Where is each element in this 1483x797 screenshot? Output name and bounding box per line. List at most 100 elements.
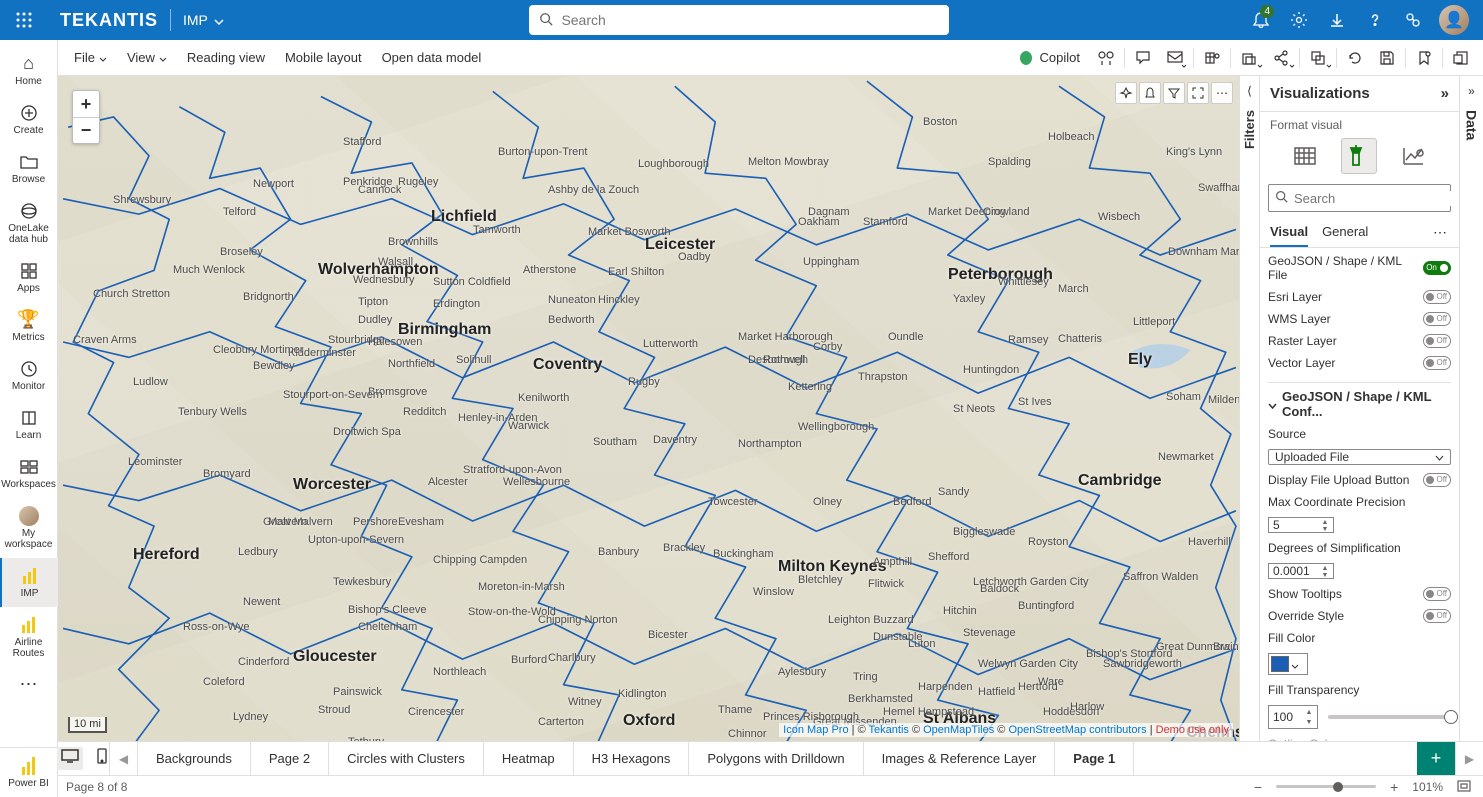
page-tab[interactable]: Page 1 <box>1055 742 1134 775</box>
rail-powerbi[interactable]: Power BI <box>0 747 57 797</box>
more-icon[interactable]: ⋯ <box>1211 82 1233 104</box>
reading-view-button[interactable]: Reading view <box>177 40 275 76</box>
expand-data-icon[interactable]: » <box>1468 80 1475 102</box>
spin-up-icon[interactable]: ▲ <box>1303 707 1315 717</box>
mobile-layout-button[interactable]: Mobile layout <box>275 40 372 76</box>
copy-icon[interactable] <box>1302 40 1334 76</box>
analytics-icon[interactable] <box>1396 138 1432 174</box>
download-icon[interactable] <box>1319 0 1355 40</box>
override-style-toggle[interactable]: Off <box>1423 609 1451 623</box>
rail-metrics[interactable]: 🏆Metrics <box>0 302 58 351</box>
attr-osm[interactable]: OpenStreetMap contributors <box>1008 724 1146 736</box>
layer-toggle[interactable]: Off <box>1423 334 1451 348</box>
user-avatar[interactable]: 👤 <box>1439 5 1469 35</box>
rail-airline-routes[interactable]: Airline Routes <box>0 607 58 667</box>
pin-icon[interactable] <box>1115 82 1137 104</box>
workspace-switcher[interactable]: IMP <box>171 12 236 28</box>
rail-learn[interactable]: Learn <box>0 400 58 449</box>
page-tab[interactable]: Heatmap <box>484 742 574 775</box>
collapse-viz-icon[interactable]: » <box>1441 85 1449 102</box>
rail-monitor[interactable]: Monitor <box>0 351 58 400</box>
map-visual[interactable]: WolverhamptonBirminghamCoventryWorcester… <box>58 76 1239 741</box>
bookmark-icon[interactable] <box>1408 40 1440 76</box>
spin-down-icon[interactable]: ▼ <box>1319 526 1331 533</box>
spin-down-icon[interactable]: ▼ <box>1319 572 1331 579</box>
mobile-view-icon[interactable] <box>93 746 111 771</box>
desktop-view-icon[interactable] <box>57 747 83 770</box>
zoom-in-button[interactable]: + <box>73 91 99 117</box>
section-geojson-config[interactable]: GeoJSON / Shape / KML Conf... <box>1268 382 1451 419</box>
search-input[interactable] <box>561 12 939 28</box>
expand-filters-icon[interactable]: ⟨ <box>1247 80 1252 102</box>
menu-view[interactable]: View <box>117 40 177 76</box>
zoom-slider[interactable] <box>1276 785 1376 788</box>
zoom-out-canvas[interactable]: − <box>1250 779 1266 795</box>
fill-trans-input[interactable]: 100▲▼ <box>1268 705 1318 729</box>
page-prev[interactable]: ◀ <box>110 742 138 775</box>
page-tab[interactable]: Circles with Clusters <box>329 742 484 775</box>
build-visual-icon[interactable] <box>1287 138 1323 174</box>
rail-browse[interactable]: Browse <box>0 144 58 193</box>
rail-onelake[interactable]: OneLake data hub <box>0 193 58 253</box>
explore-icon[interactable] <box>1090 40 1122 76</box>
rail-home[interactable]: ⌂Home <box>0 46 58 95</box>
fill-color-picker[interactable] <box>1268 653 1308 675</box>
bell-icon[interactable] <box>1139 82 1161 104</box>
layer-toggle[interactable]: On <box>1423 261 1451 275</box>
rail-more[interactable]: ⋯ <box>0 667 58 703</box>
tab-visual[interactable]: Visual <box>1270 218 1308 247</box>
rail-imp[interactable]: IMP <box>0 558 58 607</box>
spin-up-icon[interactable]: ▲ <box>1319 565 1331 572</box>
share-icon[interactable] <box>1265 40 1297 76</box>
notifications-icon[interactable]: 4 <box>1243 0 1279 40</box>
fill-trans-slider[interactable] <box>1328 715 1451 719</box>
page-tab[interactable]: H3 Hexagons <box>574 742 690 775</box>
powerpoint-icon[interactable] <box>1445 40 1477 76</box>
source-select[interactable]: Uploaded File <box>1268 449 1451 465</box>
subscribe-icon[interactable] <box>1159 40 1191 76</box>
show-tooltips-toggle[interactable]: Off <box>1423 587 1451 601</box>
feedback-icon[interactable] <box>1395 0 1431 40</box>
focus-icon[interactable] <box>1187 82 1209 104</box>
format-visual-icon[interactable] <box>1341 138 1377 174</box>
spin-down-icon[interactable]: ▼ <box>1303 717 1315 727</box>
rail-create[interactable]: Create <box>0 95 58 144</box>
max-precision-input[interactable]: 5▲▼ <box>1268 517 1334 533</box>
help-icon[interactable] <box>1357 0 1393 40</box>
tab-general[interactable]: General <box>1322 218 1368 247</box>
format-search[interactable] <box>1268 184 1451 212</box>
degrees-input[interactable]: 0.0001▲▼ <box>1268 563 1334 579</box>
teams-icon[interactable] <box>1196 40 1228 76</box>
attr-product[interactable]: Icon Map Pro <box>783 724 848 736</box>
add-page-button[interactable]: + <box>1417 742 1455 775</box>
global-search[interactable] <box>529 5 949 35</box>
page-tab[interactable]: Images & Reference Layer <box>864 742 1056 775</box>
rail-my-workspace[interactable]: My workspace <box>0 498 58 558</box>
save-icon[interactable] <box>1371 40 1403 76</box>
attr-tekantis[interactable]: Tekantis <box>869 724 909 736</box>
refresh-icon[interactable] <box>1339 40 1371 76</box>
fit-page-icon[interactable] <box>1453 779 1475 795</box>
layer-toggle[interactable]: Off <box>1423 312 1451 326</box>
zoom-out-button[interactable]: − <box>73 117 99 143</box>
attr-openmaptiles[interactable]: OpenMapTiles <box>923 724 994 736</box>
page-tab[interactable]: Page 2 <box>251 742 329 775</box>
layer-toggle[interactable]: Off <box>1423 356 1451 370</box>
tab-more-icon[interactable]: ⋯ <box>1431 222 1449 243</box>
spin-up-icon[interactable]: ▲ <box>1319 519 1331 526</box>
filter-icon[interactable] <box>1163 82 1185 104</box>
format-search-input[interactable] <box>1294 191 1470 206</box>
display-upload-toggle[interactable]: Off <box>1423 473 1451 487</box>
settings-icon[interactable] <box>1281 0 1317 40</box>
app-launcher-icon[interactable] <box>0 0 48 40</box>
copilot-button[interactable]: Copilot <box>1008 40 1090 76</box>
layer-toggle[interactable]: Off <box>1423 290 1451 304</box>
zoom-in-canvas[interactable]: + <box>1386 779 1402 795</box>
rail-workspaces[interactable]: Workspaces <box>0 449 58 498</box>
menu-file[interactable]: File <box>64 40 117 76</box>
page-next[interactable]: ▶ <box>1455 742 1483 775</box>
export-icon[interactable] <box>1233 40 1265 76</box>
comment-icon[interactable] <box>1127 40 1159 76</box>
rail-apps[interactable]: Apps <box>0 253 58 302</box>
page-tab[interactable]: Backgrounds <box>138 742 251 775</box>
